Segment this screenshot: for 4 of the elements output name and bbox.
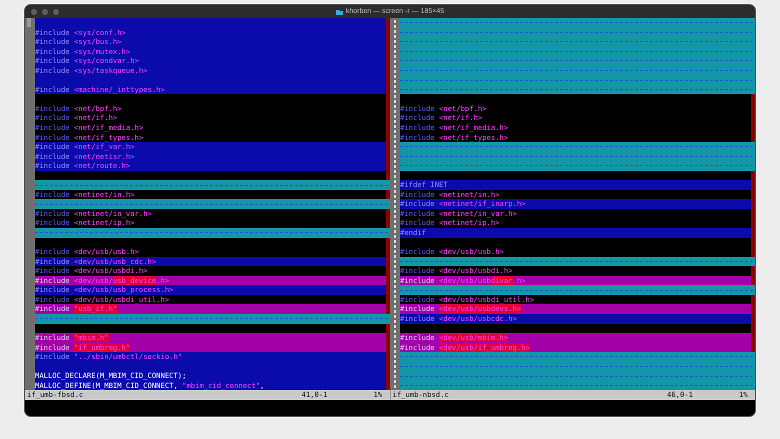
zoom-button[interactable] xyxy=(53,8,59,14)
close-button[interactable] xyxy=(31,8,37,14)
minimize-button[interactable] xyxy=(42,8,48,14)
folder-icon xyxy=(336,8,343,14)
